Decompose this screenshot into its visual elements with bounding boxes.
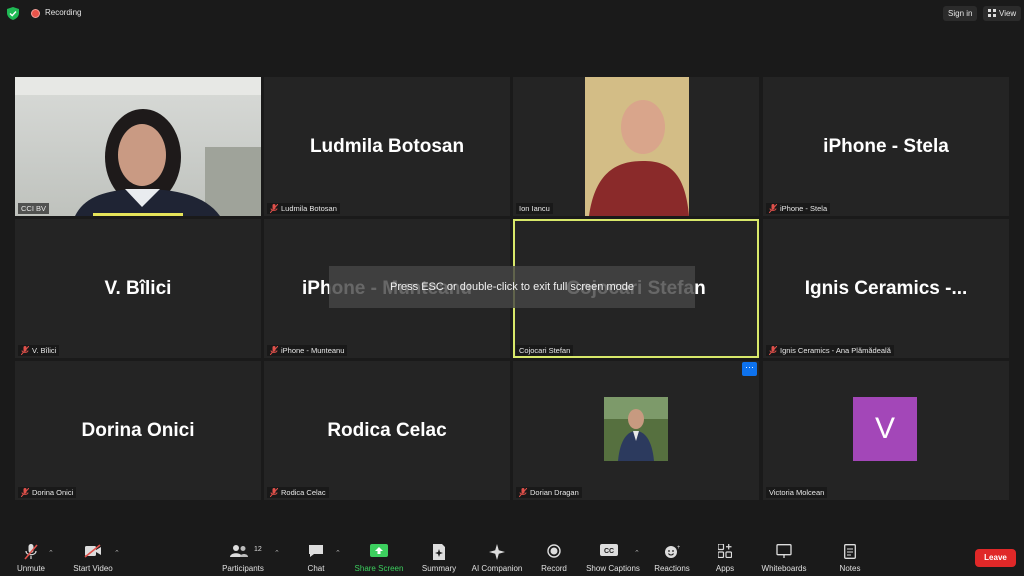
show-captions-label: Show Captions bbox=[586, 564, 640, 573]
recording-icon bbox=[31, 9, 40, 18]
muted-mic-icon bbox=[21, 488, 29, 497]
muted-mic-icon bbox=[270, 204, 278, 213]
participant-display-name: V. Bîlici bbox=[104, 277, 172, 299]
participant-tile[interactable]: Ion Iancu bbox=[513, 77, 759, 216]
audio-options-caret[interactable]: ⌃ bbox=[48, 549, 54, 557]
sign-in-button[interactable]: Sign in bbox=[943, 6, 978, 21]
participant-avatar-letter: V bbox=[853, 397, 917, 461]
participant-display-name: Dorina Onici bbox=[81, 419, 195, 441]
participant-name-tag: Cojocari Stefan bbox=[516, 345, 574, 356]
apps-button[interactable]: Apps bbox=[708, 536, 742, 576]
share-screen-icon bbox=[370, 544, 388, 557]
muted-mic-icon bbox=[769, 204, 777, 213]
meeting-toolbar: Unmute ⌃ Start Video ⌃ 12 Participants ⌃… bbox=[0, 536, 1024, 576]
notes-label: Notes bbox=[839, 564, 861, 573]
view-button[interactable]: View bbox=[983, 6, 1022, 21]
view-label: View bbox=[999, 9, 1017, 18]
participant-display-name: Ignis Ceramics -... bbox=[804, 277, 968, 299]
participant-name-tag: Ion Iancu bbox=[516, 203, 553, 214]
fullscreen-exit-notice: Press ESC or double-click to exit full s… bbox=[329, 266, 695, 308]
participants-label: Participants bbox=[222, 564, 264, 573]
video-options-caret[interactable]: ⌃ bbox=[114, 549, 120, 557]
apps-label: Apps bbox=[715, 564, 735, 573]
participant-tile[interactable]: Dorina Onici Dorina Onici bbox=[15, 361, 261, 500]
participant-tile[interactable]: Rodica Celac Rodica Celac bbox=[264, 361, 510, 500]
share-screen-button[interactable]: Share Screen bbox=[353, 536, 405, 576]
muted-mic-icon bbox=[270, 346, 278, 355]
record-button[interactable]: Record bbox=[536, 536, 572, 576]
participants-icon bbox=[230, 545, 248, 557]
participant-name-tag: Ludmila Botosan bbox=[267, 203, 340, 214]
notes-icon bbox=[844, 544, 856, 559]
participant-display-name: Ludmila Botosan bbox=[309, 135, 465, 157]
ai-companion-sparkle-icon bbox=[489, 544, 505, 560]
reactions-label: Reactions bbox=[654, 564, 690, 573]
participant-name-tag: iPhone - Stela bbox=[766, 203, 831, 214]
participant-name-tag: iPhone - Munteanu bbox=[267, 345, 348, 356]
chat-options-caret[interactable]: ⌃ bbox=[335, 549, 341, 557]
chat-button[interactable]: Chat bbox=[298, 536, 334, 576]
video-off-icon bbox=[84, 544, 101, 558]
closed-captions-icon: CC bbox=[600, 544, 618, 556]
more-options-button[interactable]: ··· bbox=[742, 362, 757, 376]
grid-view-icon bbox=[988, 9, 996, 17]
reactions-button[interactable]: + Reactions bbox=[652, 536, 692, 576]
participant-tile[interactable]: Ludmila Botosan Ludmila Botosan bbox=[264, 77, 510, 216]
captions-options-caret[interactable]: ⌃ bbox=[634, 549, 640, 557]
participant-video bbox=[585, 77, 689, 216]
participant-tile[interactable]: iPhone - Stela iPhone - Stela bbox=[763, 77, 1009, 216]
summary-icon bbox=[433, 544, 445, 560]
participant-name-tag: Rodica Celac bbox=[267, 487, 329, 498]
chat-icon bbox=[309, 545, 323, 557]
leave-meeting-button[interactable]: Leave bbox=[975, 549, 1016, 567]
participant-tile[interactable]: V Victoria Molcean bbox=[763, 361, 1009, 500]
share-screen-label: Share Screen bbox=[354, 564, 404, 573]
whiteboard-icon bbox=[776, 544, 792, 558]
muted-mic-icon bbox=[21, 346, 29, 355]
participants-button[interactable]: 12 Participants bbox=[218, 536, 268, 576]
security-shield-icon[interactable] bbox=[7, 7, 19, 20]
recording-label: Recording bbox=[45, 8, 82, 17]
participant-name-tag: Victoria Molcean bbox=[766, 487, 828, 498]
reactions-emoji-icon: + bbox=[665, 545, 680, 558]
participant-display-name: iPhone - Stela bbox=[823, 135, 949, 157]
summary-label: Summary bbox=[421, 564, 457, 573]
muted-microphone-icon bbox=[24, 544, 38, 560]
ai-companion-button[interactable]: AI Companion bbox=[469, 536, 525, 576]
notes-button[interactable]: Notes bbox=[832, 536, 868, 576]
start-video-label: Start Video bbox=[73, 564, 113, 573]
muted-mic-icon bbox=[519, 488, 527, 497]
ai-companion-label: AI Companion bbox=[471, 564, 523, 573]
top-bar: Recording Sign in View bbox=[0, 0, 1024, 28]
participant-name-tag: V. Bîlici bbox=[18, 345, 60, 356]
svg-text:+: + bbox=[677, 545, 680, 551]
participant-video bbox=[15, 77, 261, 216]
whiteboards-label: Whiteboards bbox=[761, 564, 807, 573]
whiteboards-button[interactable]: Whiteboards bbox=[758, 536, 810, 576]
participants-count: 12 bbox=[254, 546, 262, 553]
participant-tile[interactable]: CCI BV bbox=[15, 77, 261, 216]
record-icon bbox=[547, 544, 561, 558]
unmute-button[interactable]: Unmute bbox=[10, 536, 52, 576]
participant-tile[interactable]: Dorian Dragan bbox=[513, 361, 759, 500]
muted-mic-icon bbox=[270, 488, 278, 497]
unmute-label: Unmute bbox=[16, 564, 45, 573]
participant-name-tag: Dorina Onici bbox=[18, 487, 77, 498]
participant-name-tag: CCI BV bbox=[18, 203, 50, 214]
participant-tile[interactable]: V. Bîlici V. Bîlici bbox=[15, 219, 261, 358]
apps-icon bbox=[718, 544, 732, 558]
participant-tile[interactable]: Ignis Ceramics -... Ignis Ceramics - Ana… bbox=[763, 219, 1009, 358]
participant-name-tag: Dorian Dragan bbox=[516, 487, 582, 498]
summary-button[interactable]: Summary bbox=[418, 536, 460, 576]
chat-label: Chat bbox=[307, 564, 325, 573]
muted-mic-icon bbox=[769, 346, 777, 355]
record-label: Record bbox=[541, 564, 567, 573]
start-video-button[interactable]: Start Video bbox=[68, 536, 118, 576]
participant-name-tag: Ignis Ceramics - Ana Plămădeală bbox=[766, 345, 894, 356]
participant-avatar-photo bbox=[604, 397, 668, 461]
participant-display-name: Rodica Celac bbox=[327, 419, 447, 441]
participants-options-caret[interactable]: ⌃ bbox=[274, 549, 280, 557]
svg-text:CC: CC bbox=[604, 548, 614, 555]
